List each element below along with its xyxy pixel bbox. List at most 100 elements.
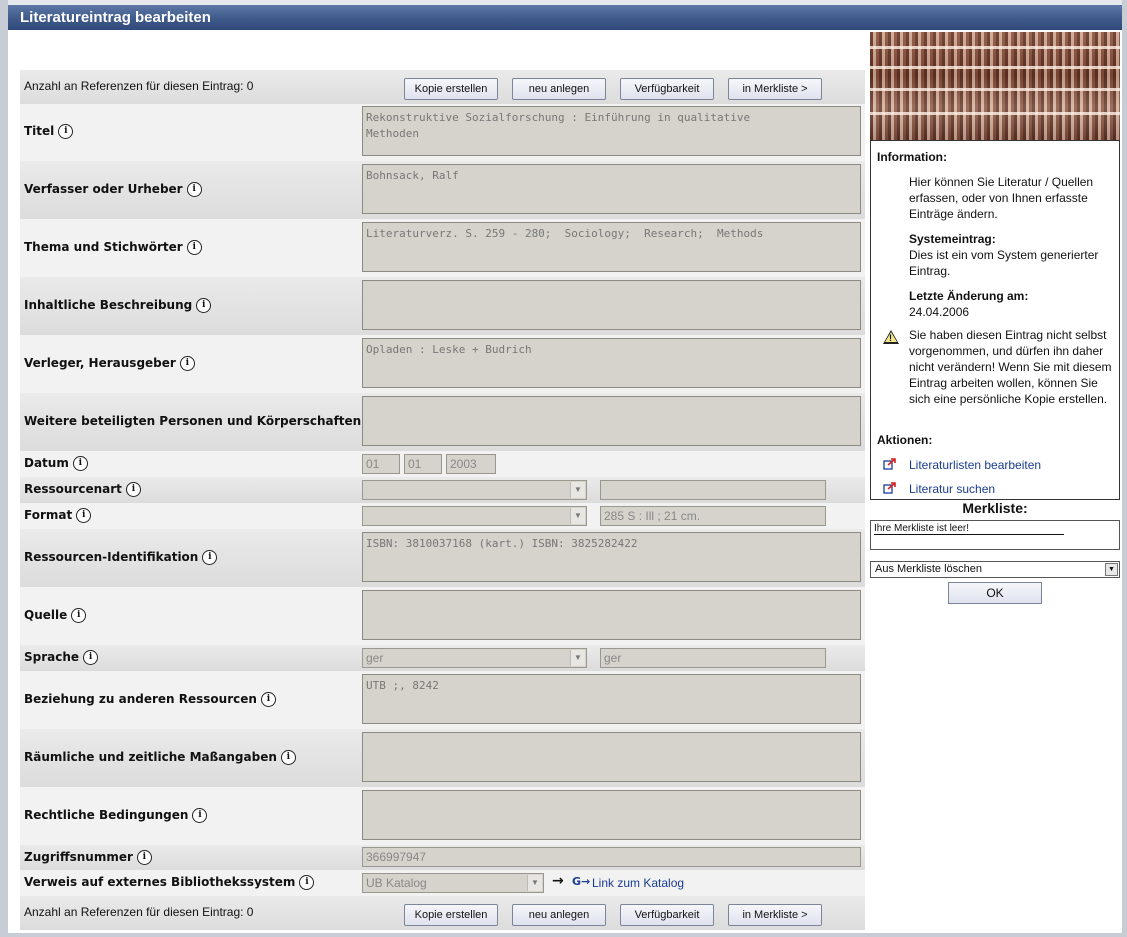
info-icon[interactable]: i [299,875,315,890]
field-label: Ressourcenart [24,482,122,496]
info-icon[interactable]: i [76,508,92,523]
date-year-field[interactable]: 2003 [446,454,496,474]
row-beziehung: Beziehung zu anderen Ressourcen i UTB ;, … [20,671,865,730]
catalog-link[interactable]: Link zum Katalog [592,876,684,890]
window-title: Literatureintrag bearbeiten [8,5,1122,30]
merkliste-button[interactable]: in Merkliste > [728,904,822,926]
catalog-select[interactable]: UB Katalog ▼ [362,873,544,893]
contributors-field[interactable] [362,396,861,446]
info-icon[interactable]: i [186,240,202,255]
field-label: Verweis auf externes Bibliothekssystem [24,875,296,889]
availability-button[interactable]: Verfügbarkeit [620,78,714,100]
info-icon[interactable]: i [186,182,202,197]
title-field[interactable]: Rekonstruktive Sozialforschung : Einführ… [362,106,861,156]
header-spacer [20,32,865,70]
merkliste-action-select[interactable]: Aus Merkliste löschen ▼ [870,561,1120,578]
row-raum: Räumliche und zeitliche Maßangaben i [20,729,865,788]
field-label: Thema und Stichwörter [24,240,183,254]
row-zugriff: Zugriffsnummer i 366997947 [20,845,865,871]
coverage-field[interactable] [362,732,861,782]
catalog-link-icon[interactable]: G→ [572,875,590,888]
field-label: Zugriffsnummer [24,850,133,864]
arrow-right-icon: → [552,873,564,889]
row-verleger: Verleger, Herausgeber i Opladen : Leske +… [20,335,865,394]
merkliste-title: Merkliste: [962,500,1028,516]
info-icon[interactable]: i [196,298,212,313]
format-select[interactable]: ▼ [362,506,587,526]
identifier-field[interactable]: ISBN: 3810037168 (kart.) ISBN: 382528242… [362,532,861,582]
date-month-field[interactable]: 01 [404,454,442,474]
row-quelle: Quelle i [20,587,865,646]
info-text: Hier können Sie Literatur / Quellen erfa… [909,175,1094,221]
row-sprache: Sprache i ger ▼ ger [20,645,865,672]
copy-button[interactable]: Kopie erstellen [404,78,498,100]
resource-type-text[interactable] [600,480,826,500]
info-icon[interactable]: i [192,808,208,823]
refs-count: Anzahl an Referenzen für diesen Eintrag:… [24,905,254,919]
row-ressourcenart: Ressourcenart i ▼ [20,477,865,504]
access-number-field[interactable]: 366997947 [362,847,861,867]
top-action-bar: Anzahl an Referenzen für diesen Eintrag:… [20,70,865,105]
info-icon[interactable]: i [72,456,88,471]
language-select[interactable]: ger ▼ [362,648,587,668]
chevron-down-icon[interactable]: ▼ [570,650,585,666]
info-icon[interactable]: i [58,124,74,139]
row-thema: Thema und Stichwörter i Literaturverz. S.… [20,219,865,278]
subject-field[interactable]: Literaturverz. S. 259 - 280; Sociology; … [362,222,861,272]
info-icon[interactable]: i [125,482,141,497]
row-format: Format i ▼ 285 S : Ill ; 21 cm. [20,503,865,530]
info-heading: Information: [877,150,947,164]
relation-field[interactable]: UTB ;, 8242 [362,674,861,724]
actions-heading: Aktionen: [877,433,933,447]
description-field[interactable] [362,280,861,330]
field-label: Rechtliche Bedingungen [24,808,189,822]
info-icon[interactable]: i [179,356,195,371]
info-icon[interactable]: i [260,692,276,707]
info-icon[interactable]: i [280,750,296,765]
row-recht: Rechtliche Bedingungen i [20,787,865,846]
external-link-icon [883,458,896,470]
field-label: Beziehung zu anderen Ressourcen [24,692,257,706]
ok-button[interactable]: OK [948,582,1042,604]
merkliste-empty: Ihre Merkliste ist leer! [874,523,1064,535]
new-button[interactable]: neu anlegen [512,78,606,100]
field-label: Verleger, Herausgeber [24,356,176,370]
copy-button[interactable]: Kopie erstellen [404,904,498,926]
info-icon[interactable]: i [71,608,87,623]
row-titel: Titel i Rekonstruktive Sozialforschung : … [20,104,865,162]
changed-date: 24.04.2006 [909,305,970,319]
new-button[interactable]: neu anlegen [512,904,606,926]
merkliste-list[interactable]: Ihre Merkliste ist leer! [870,520,1120,550]
publisher-field[interactable]: Opladen : Leske + Budrich [362,338,861,388]
row-identifikation: Ressourcen-Identifikation i ISBN: 3810037… [20,529,865,588]
chevron-down-icon[interactable]: ▼ [570,482,585,498]
format-text[interactable]: 285 S : Ill ; 21 cm. [600,506,826,526]
field-label: Titel [24,124,55,138]
system-text: Dies ist ein vom System generierter Eint… [909,248,1099,278]
language-text[interactable]: ger [600,648,826,668]
system-heading: Systemeintrag: [909,232,996,246]
library-photo [870,32,1120,140]
chevron-down-icon[interactable]: ▼ [570,508,585,524]
warning-text: Sie haben diesen Eintrag nicht selbst vo… [909,328,1112,406]
info-icon[interactable]: i [202,550,218,565]
info-icon[interactable]: i [136,850,152,865]
info-icon[interactable]: i [83,650,99,665]
author-field[interactable]: Bohnsack, Ralf [362,164,861,214]
info-box: Information: Hier können Sie Literatur /… [870,140,1120,500]
field-label: Räumliche und zeitliche Maßangaben [24,750,277,764]
changed-heading: Letzte Änderung am: [909,289,1029,303]
source-field[interactable] [362,590,861,640]
rights-field[interactable] [362,790,861,840]
chevron-down-icon[interactable]: ▼ [1105,563,1118,576]
resource-type-select[interactable]: ▼ [362,480,587,500]
merkliste-button[interactable]: in Merkliste > [728,78,822,100]
availability-button[interactable]: Verfügbarkeit [620,904,714,926]
action-edit-lists[interactable]: Literaturlisten bearbeiten [909,458,1041,472]
date-day-field[interactable]: 01 [362,454,400,474]
field-label: Sprache [24,650,80,664]
row-inhalt: Inhaltliche Beschreibung i [20,277,865,336]
action-search[interactable]: Literatur suchen [909,482,995,496]
row-verweis: Verweis auf externes Bibliothekssystem i … [20,870,865,897]
chevron-down-icon[interactable]: ▼ [527,875,542,891]
